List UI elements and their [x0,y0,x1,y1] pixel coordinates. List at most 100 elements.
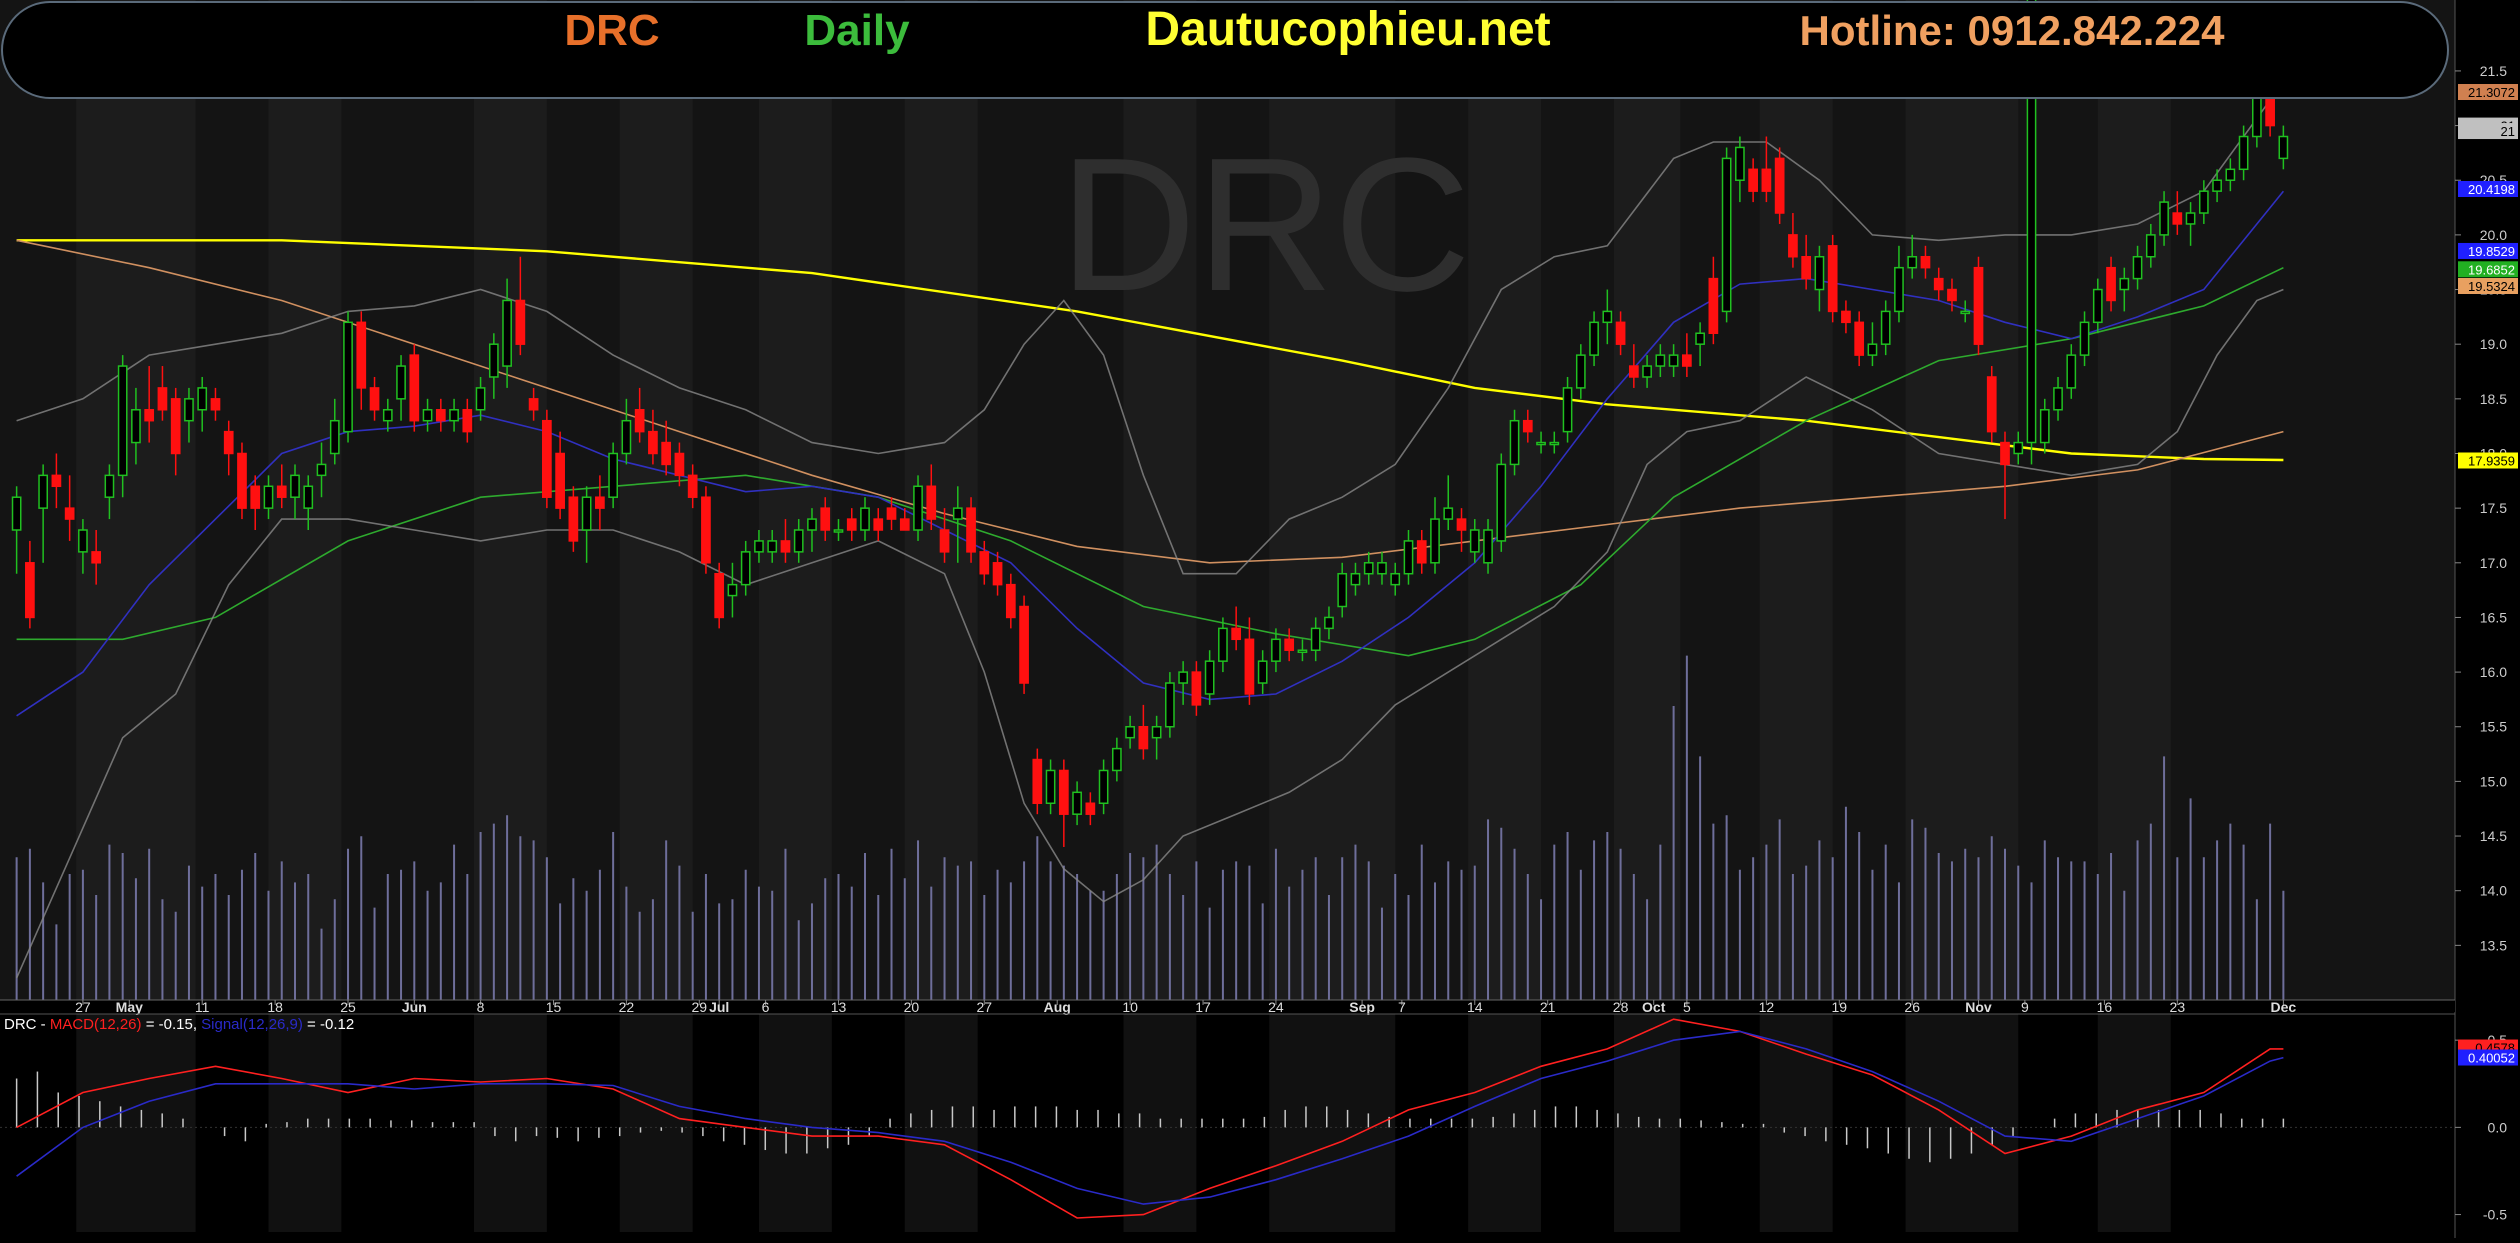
macd-caption: DRC - MACD(12,26) = -0.15, Signal(12,26,… [4,1016,354,1033]
candle-down [595,496,605,509]
candle-down [1058,769,1069,815]
candle-down [210,398,221,411]
x-tick-label: 16 [2097,999,2113,1015]
y-tick-label: 17.5 [2480,500,2507,516]
x-tick-label: 13 [831,999,847,1015]
candle-up [1218,627,1228,662]
candle-up [2145,234,2156,258]
candle-up [343,321,353,433]
candle-down [1933,277,1944,291]
candle-up [303,485,314,509]
candle-up [329,419,340,455]
price-tag: 17.9359 [2468,453,2515,468]
candle-up [38,474,48,509]
x-tick-label: 27 [977,999,993,1015]
candle-down [899,518,910,531]
candle-up [1297,649,1308,653]
candle-down [555,452,565,509]
candle-up [396,365,406,400]
candle-up [1151,725,1162,739]
x-tick-label: 23 [2170,999,2186,1015]
candle-up [316,463,327,477]
candle-up [1549,441,1560,446]
week-band-indicator [473,1014,547,1232]
x-tick-label: 20 [904,999,920,1015]
x-tick-label: 28 [1613,999,1629,1015]
candle-up [1403,540,1414,575]
candle-up [1098,769,1109,805]
candle-down [1416,540,1427,564]
x-tick-label: Jun [402,999,427,1015]
week-band-indicator [904,1014,978,1232]
candle-down [1761,168,1772,192]
week-band-indicator [1905,1014,2019,1232]
candle-up [2039,409,2050,444]
candle-up [1350,572,1361,586]
candle-down [780,540,791,553]
candle-down [926,485,937,520]
candle-up [488,343,499,378]
candle-down [1231,627,1242,641]
x-tick-label: Sep [1349,999,1375,1015]
candle-down [886,507,897,520]
candle-up [1814,255,1825,291]
candle-down [648,430,658,455]
x-tick-label: 8 [477,999,485,1015]
watermark-text: DRC [1059,119,1471,331]
x-tick-label: 26 [1904,999,1920,1015]
candle-down [25,562,35,619]
candle-up [608,452,618,498]
candle-up [2212,179,2222,192]
candle-up [767,540,778,553]
candle-up [1894,266,1904,313]
x-tick-label: Jul [709,999,729,1015]
candle-down [144,409,155,422]
candle-down [1019,605,1029,684]
candle-down [1841,310,1851,324]
candle-up [1443,507,1454,520]
candle-up [197,387,208,411]
candle-down [1191,671,1202,706]
candle-down [1628,365,1639,378]
candle-down [1284,638,1295,651]
x-tick-label: 21 [1540,999,1556,1015]
candle-up [952,507,963,520]
candle-up [104,474,115,498]
week-band [1759,0,1833,1000]
candle-up [1310,627,1321,651]
header-site: Dautucophieu.net [1145,3,1550,56]
candle-up [2132,255,2143,280]
week-band-indicator [1269,1014,1396,1232]
candle-up [422,409,433,422]
candle-down [356,321,367,389]
candle-up [1377,562,1387,575]
candle-up [1204,660,1215,695]
candle-down [1522,419,1533,433]
week-band-indicator [2097,1014,2171,1232]
macd-caption-macd: MACD(12,26) [50,1016,142,1033]
candle-down [1138,725,1149,750]
candle-down [237,452,247,509]
x-tick-label: 19 [1832,999,1848,1015]
candle-up [807,518,817,531]
candle-up [2225,168,2236,181]
candle-down [91,551,102,564]
candle-up [502,299,512,367]
x-tick-label: 22 [619,999,635,1015]
week-band-indicator [268,1014,342,1232]
x-tick-label: 5 [1683,999,1691,1015]
candle-down [170,398,181,455]
candle-up [1072,791,1082,815]
price-tag: 19.6852 [2468,262,2515,277]
candle-down [1615,321,1626,345]
candle-down [528,398,539,411]
x-tick-label: May [116,999,143,1015]
candle-down [661,441,672,466]
candle-up [382,409,393,422]
week-band-indicator [1613,1014,1681,1232]
candle-up [793,529,804,553]
macd-caption-macd-value: = -0.15, [142,1016,202,1033]
x-tick-label: 11 [195,999,210,1015]
macd-caption-signal-value: = -0.12 [303,1016,354,1033]
week-band [758,0,832,1000]
